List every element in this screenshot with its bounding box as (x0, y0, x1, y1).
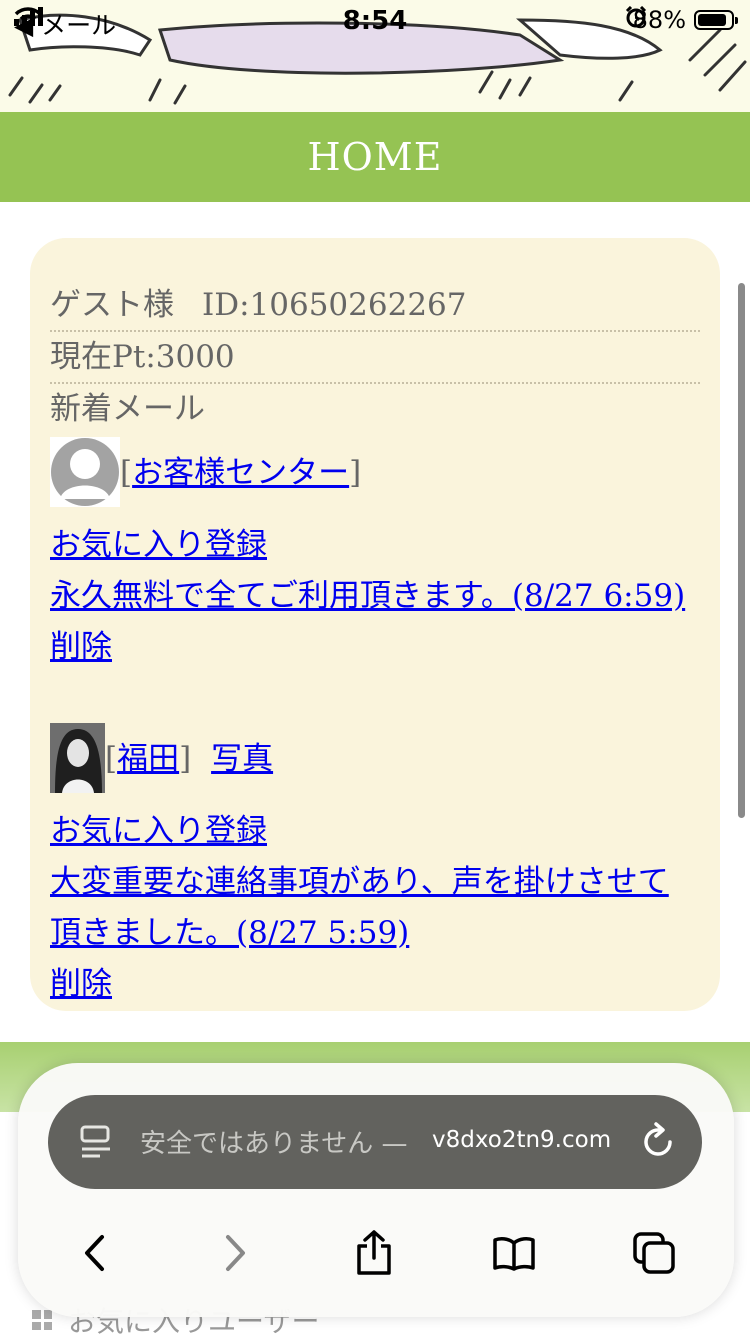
mail-item: [お客様センター] お気に入り登録 永久無料で全てご利用頂きます。(8/27 6… (50, 437, 700, 673)
mail-sender: [福田] 写真 (105, 741, 274, 777)
sender-link[interactable]: お客様センター (132, 455, 349, 491)
browser-toolbar: 安全ではありません — v8dxo2tn9.com (18, 1063, 734, 1317)
not-secure-label: 安全ではありません — (140, 1129, 408, 1159)
add-favorite-link[interactable]: お気に入り登録 (50, 527, 267, 563)
guest-label: ゲスト様 (50, 287, 174, 323)
delete-link[interactable]: 削除 (50, 966, 112, 1002)
bookmarks-icon[interactable] (484, 1223, 544, 1283)
mail-sender: [お客様センター] (120, 455, 362, 491)
mail-body-link-continued[interactable]: 頂きました。(8/27 5:59) (50, 915, 409, 951)
new-mail-heading: 新着メール (50, 384, 700, 434)
mail-sender-row: [福田] 写真 (50, 723, 700, 793)
reload-icon[interactable] (642, 1122, 676, 1164)
mail-body-link[interactable]: 永久無料で全てご利用頂きます。(8/27 6:59) (50, 578, 685, 614)
mypage-card: ゲスト様 ID:10650262267 現在Pt:3000 新着メール [お客様… (30, 238, 720, 1011)
grid-icon (32, 1310, 52, 1330)
battery-icon (694, 10, 738, 30)
default-avatar-icon[interactable] (50, 437, 120, 507)
status-bar: ◀ メール 8:54 88% (0, 0, 750, 40)
account-row: ゲスト様 ID:10650262267 (50, 280, 700, 332)
status-right: 88% (625, 6, 738, 34)
share-icon[interactable] (344, 1223, 404, 1283)
new-mail-label: 新着メール (50, 391, 205, 427)
sender-link[interactable]: 福田 (117, 741, 179, 777)
photo-link[interactable]: 写真 (211, 741, 273, 777)
battery-level-fill (698, 14, 726, 26)
address-bar[interactable]: 安全ではありません — v8dxo2tn9.com (48, 1095, 702, 1189)
sender-photo-thumbnail[interactable] (50, 723, 105, 793)
tabs-icon[interactable] (624, 1223, 684, 1283)
mail-body-link[interactable]: 大変重要な連絡事項があり、声を掛けさせて (50, 864, 669, 900)
delete-link[interactable]: 削除 (50, 629, 112, 665)
browser-nav-bar (18, 1223, 734, 1283)
forward-icon[interactable] (206, 1223, 266, 1283)
page-title: HOME (0, 112, 750, 202)
scrollbar[interactable] (738, 283, 745, 818)
add-favorite-link[interactable]: お気に入り登録 (50, 813, 267, 849)
points-row: 現在Pt:3000 (50, 332, 700, 384)
mail-item: [福田] 写真 お気に入り登録 大変重要な連絡事項があり、声を掛けさせて 頂きま… (50, 723, 700, 1010)
url-domain: v8dxo2tn9.com (432, 1127, 612, 1153)
user-id: ID:10650262267 (202, 287, 467, 323)
page: ◀ メール 8:54 88% HOME ゲスト様 ID:10650262267 … (0, 0, 750, 1334)
back-icon[interactable] (64, 1223, 124, 1283)
mail-sender-row: [お客様センター] (50, 437, 700, 507)
current-points: 現在Pt:3000 (50, 339, 235, 375)
page-menu-icon[interactable] (80, 1125, 112, 1163)
header-illustration: ◀ メール 8:54 88% (0, 0, 750, 112)
